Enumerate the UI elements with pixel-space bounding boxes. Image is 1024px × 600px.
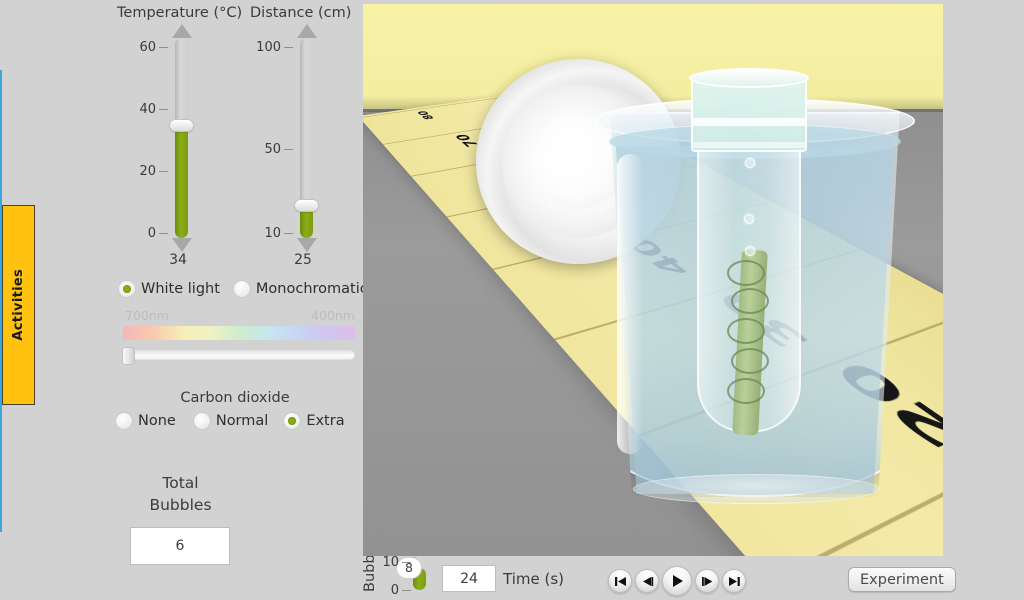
beaker-icon[interactable] [585,68,925,512]
time-label: Time (s) [503,570,564,588]
distance-increase-arrow[interactable] [297,24,317,38]
step-back-button[interactable] [635,569,659,593]
total-bubbles-label: Total Bubbles [128,472,233,516]
radio-co2-normal[interactable] [192,412,211,430]
oxygen-bubble [745,158,755,168]
temperature-thumb[interactable] [169,118,194,132]
bpm-tick: 10 [365,555,411,570]
distance-title: Distance (cm) [250,5,352,21]
experiment-button[interactable]: Experiment [848,567,956,592]
total-bubbles-label-line1: Total [162,474,199,492]
ruler-number: 80 [414,110,438,121]
beaker-base [633,474,879,504]
temperature-value: 34 [169,252,187,268]
label-co2-normal: Normal [215,413,269,429]
distance-thumb[interactable] [294,198,319,212]
temperature-increase-arrow[interactable] [172,24,192,38]
temperature-tick: 0 [116,226,168,241]
pondweed-leaf [731,288,769,314]
wavelength-slider-thumb[interactable] [122,347,135,365]
pondweed-leaf [731,348,769,374]
carbon-dioxide-title: Carbon dioxide [180,390,290,406]
temperature-fill [175,124,188,238]
test-tube-icon[interactable] [689,68,809,444]
oxygen-bubble [745,246,755,256]
app-root: Activities Temperature (°C) Distance (cm… [0,0,1024,600]
oxygen-bubble [744,214,754,224]
distance-tick: 100 [235,40,293,55]
skip-to-start-button[interactable] [608,569,632,593]
skip-to-end-button[interactable] [722,569,746,593]
step-back-icon [642,576,653,586]
distance-tick: 10 [235,226,293,241]
step-forward-button[interactable] [695,569,719,593]
radio-white-light[interactable] [118,280,136,298]
test-tube-rim [689,68,809,88]
pondweed-leaf [727,318,765,344]
play-button[interactable] [662,566,692,596]
controls-panel: Temperature (°C) Distance (cm) 34 60 40 … [110,0,426,600]
pondweed-leaf [727,378,765,404]
distance-value: 25 [294,252,312,268]
play-icon [672,575,683,587]
carbon-dioxide-group: None Normal Extra [115,412,363,430]
beaker-highlight [617,154,643,454]
pondweed-leaf [727,260,765,286]
spectrum-right-label: 400nm [311,308,355,323]
temperature-tick: 40 [116,102,168,117]
radio-monochromatic[interactable] [232,280,251,298]
skip-back-icon [614,576,626,586]
radio-co2-none[interactable] [115,412,133,430]
radio-co2-extra[interactable] [283,412,302,430]
spectrum-gradient-bar [123,326,355,340]
light-mode-group: White light Monochromatic [118,280,368,298]
total-bubbles-label-line2: Bubbles [149,496,212,514]
step-forward-icon [701,576,712,586]
distance-decrease-arrow[interactable] [297,238,317,252]
wavelength-slider-track[interactable] [123,350,355,360]
activities-tab-label: Activities [11,269,26,341]
label-monochromatic: Monochromatic [255,281,368,297]
activities-tab[interactable]: Activities [2,205,35,405]
label-white-light: White light [141,281,220,297]
label-co2-extra: Extra [306,413,345,429]
temperature-tick: 60 [116,40,168,55]
test-tube-band [691,142,807,148]
spectrum-left-label: 700nm [125,308,169,323]
test-tube-band [691,118,807,126]
distance-tick: 50 [235,142,293,157]
temperature-decrease-arrow[interactable] [172,238,192,252]
total-bubbles-value: 6 [130,527,230,565]
time-value: 24 [442,565,496,592]
skip-forward-icon [728,576,740,586]
simulation-viewport[interactable]: 1020304050607080 [363,4,943,556]
temperature-title: Temperature (°C) [117,5,243,21]
temperature-tick: 20 [116,164,168,179]
bpm-tick: 0 [365,583,411,598]
playback-controls [608,566,746,596]
label-co2-none: None [138,413,176,429]
